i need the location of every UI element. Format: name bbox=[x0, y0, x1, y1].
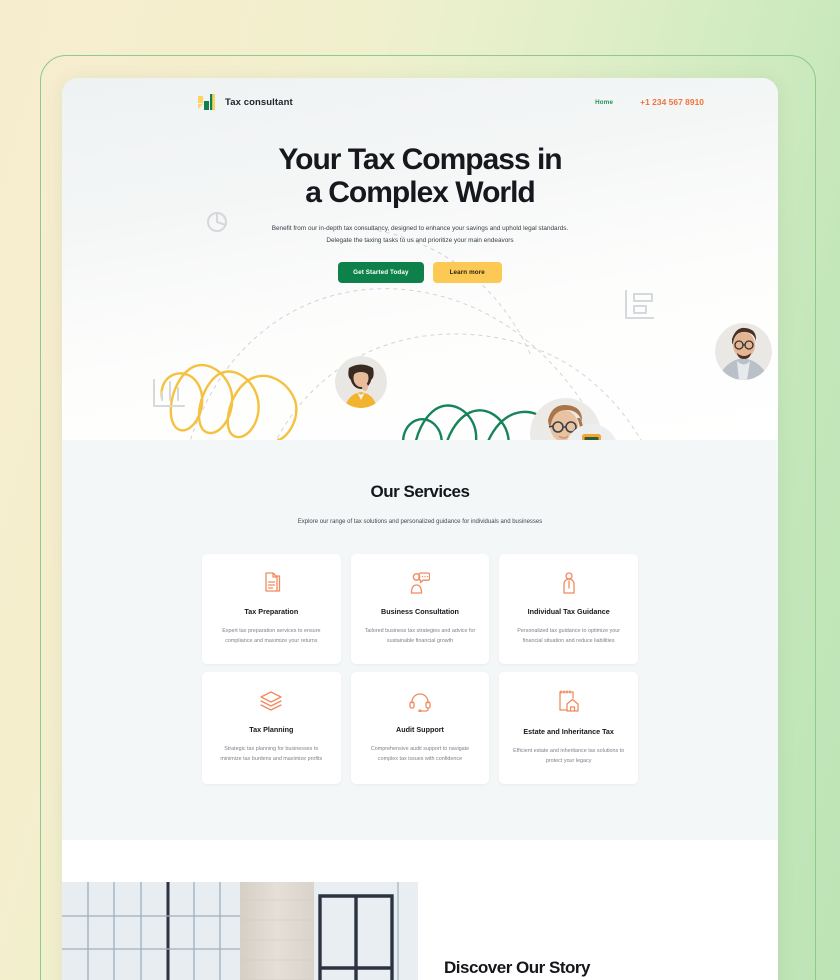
brand[interactable]: Tax consultant bbox=[198, 93, 293, 111]
service-card-audit-support[interactable]: Audit Support Comprehensive audit suppor… bbox=[350, 672, 490, 784]
service-card-title: Estate and Inheritance Tax bbox=[523, 727, 614, 737]
services-card-grid: Tax Preparation Expert tax preparation s… bbox=[202, 554, 638, 784]
service-card-text: Expert tax preparation services to ensur… bbox=[222, 628, 321, 645]
service-card-text: Tailored business tax strategies and adv… bbox=[364, 628, 476, 645]
stacked-layers-icon bbox=[259, 688, 283, 714]
hero-title-line-2: a Complex World bbox=[305, 175, 535, 209]
story-title: Discover Our Story bbox=[444, 957, 590, 977]
navbar-right: Home +1 234 567 8910 bbox=[595, 97, 704, 107]
hero-title: Your Tax Compass in a Complex World bbox=[62, 143, 778, 209]
service-card-title: Tax Preparation bbox=[244, 607, 299, 617]
document-house-icon bbox=[558, 688, 579, 714]
navbar: Tax consultant Home +1 234 567 8910 bbox=[62, 78, 778, 126]
service-card-title: Business Consultation bbox=[381, 607, 459, 617]
service-card-text: Efficient estate and inheritance tax sol… bbox=[513, 747, 625, 764]
bar-chart-logo-icon bbox=[198, 93, 218, 111]
service-card-business-consultation[interactable]: Business Consultation Tailored business … bbox=[350, 554, 490, 665]
services-section: Our Services Explore our range of tax so… bbox=[62, 440, 778, 840]
service-card-text: Comprehensive audit support to navigate … bbox=[370, 745, 470, 762]
hero-section: Tax consultant Home +1 234 567 8910 Your… bbox=[62, 78, 778, 440]
story-content: Discover Our Story bbox=[444, 882, 590, 978]
hero-content: Your Tax Compass in a Complex World Bene… bbox=[62, 126, 778, 284]
service-card-title: Tax Planning bbox=[249, 725, 294, 735]
learn-more-button[interactable]: Learn more bbox=[432, 262, 502, 284]
story-section: Discover Our Story bbox=[62, 839, 778, 980]
service-card-tax-preparation[interactable]: Tax Preparation Expert tax preparation s… bbox=[202, 554, 341, 665]
service-card-text: Personalized tax guidance to optimize yo… bbox=[517, 628, 621, 645]
nav-phone-number[interactable]: +1 234 567 8910 bbox=[640, 97, 704, 107]
portrait-woman-yellow-top bbox=[335, 356, 387, 408]
website-canvas: Tax consultant Home +1 234 567 8910 Your… bbox=[62, 78, 778, 980]
get-started-button[interactable]: Get Started Today bbox=[338, 262, 424, 284]
hero-title-line-1: Your Tax Compass in bbox=[278, 143, 562, 176]
service-card-tax-planning[interactable]: Tax Planning Strategic tax planning for … bbox=[202, 672, 341, 784]
portrait-man-glasses bbox=[715, 323, 772, 380]
hero-cta-group: Get Started Today Learn more bbox=[62, 262, 778, 284]
services-title: Our Services bbox=[370, 482, 470, 501]
office-window-interior-photo bbox=[62, 881, 418, 980]
services-subtitle: Explore our range of tax solutions and p… bbox=[297, 519, 543, 525]
service-card-title: Audit Support bbox=[396, 725, 444, 735]
person-standing-icon bbox=[561, 570, 577, 596]
hero-subtitle: Benefit from our in-depth tax consultanc… bbox=[271, 225, 569, 245]
brand-name: Tax consultant bbox=[225, 96, 293, 108]
nav-link-home[interactable]: Home bbox=[595, 99, 613, 106]
service-card-text: Strategic tax planning for businesses to… bbox=[220, 745, 323, 762]
headset-icon bbox=[409, 688, 431, 714]
document-lines-icon bbox=[262, 570, 281, 596]
service-card-estate-and-inheritance-tax[interactable]: Estate and Inheritance Tax Efficient est… bbox=[499, 672, 638, 784]
person-speech-bubble-icon bbox=[409, 570, 431, 596]
service-card-title: Individual Tax Guidance bbox=[527, 607, 610, 617]
service-card-individual-tax-guidance[interactable]: Individual Tax Guidance Personalized tax… bbox=[499, 554, 638, 665]
